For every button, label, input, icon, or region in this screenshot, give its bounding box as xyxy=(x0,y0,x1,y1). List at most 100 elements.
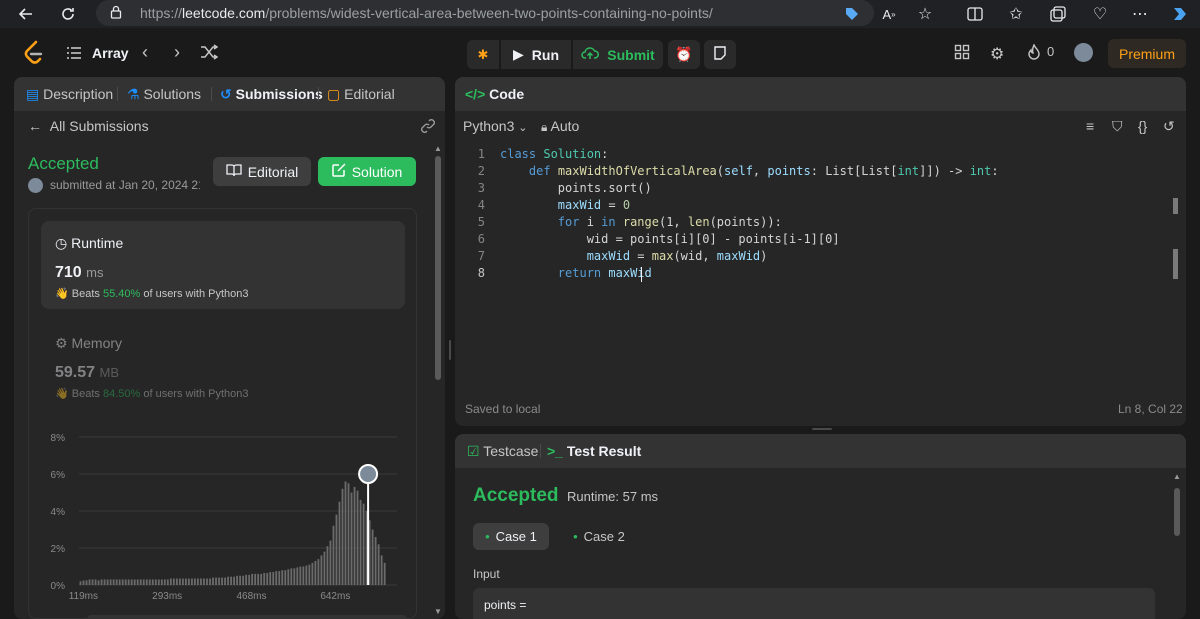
scroll-down-icon[interactable]: ▼ xyxy=(434,607,442,616)
favorites-icon[interactable]: ✩ xyxy=(1006,4,1026,24)
case-2-tab[interactable]: • Case 2 xyxy=(561,523,637,550)
problem-list-icon[interactable] xyxy=(66,45,82,61)
code-line[interactable]: 4 maxWid = 0 xyxy=(455,198,1186,215)
leetcode-logo[interactable] xyxy=(22,40,44,66)
streak-fire-icon[interactable] xyxy=(1027,43,1041,65)
next-problem-icon[interactable]: › xyxy=(174,42,180,63)
memory-beats-suffix: of users with Python3 xyxy=(143,388,249,400)
runtime-value: 710 ms xyxy=(55,264,104,282)
post-solution-button[interactable]: Solution xyxy=(318,157,416,186)
chart-bar xyxy=(163,579,166,585)
tab-editorial[interactable]: ▢ Editorial xyxy=(327,86,395,103)
all-submissions-link[interactable]: ← All Submissions xyxy=(28,118,149,134)
shuffle-icon[interactable] xyxy=(200,44,219,65)
chart-bar xyxy=(344,481,347,585)
code-line[interactable]: 6 wid = points[i][0] - points[i-1][0] xyxy=(455,232,1186,249)
notes-button[interactable] xyxy=(704,40,736,69)
chart-bar xyxy=(350,492,353,585)
line-number: 6 xyxy=(477,232,485,246)
chart-bar xyxy=(269,572,272,585)
chart-bar xyxy=(79,581,82,585)
debug-button[interactable]: ✱ xyxy=(467,40,499,69)
prev-problem-icon[interactable]: ‹ xyxy=(142,42,148,63)
chart-bar xyxy=(157,579,160,585)
chart-bar xyxy=(178,578,181,585)
scroll-thumb[interactable] xyxy=(435,156,441,380)
user-avatar[interactable] xyxy=(1074,43,1093,62)
scroll-thumb[interactable] xyxy=(1174,488,1180,536)
timer-button[interactable]: ⏰ xyxy=(668,40,700,69)
tab-code[interactable]: </> Code xyxy=(465,86,524,102)
horizontal-splitter[interactable] xyxy=(812,428,832,430)
line-source: return maxWid xyxy=(557,266,652,280)
runtime-card[interactable]: ◷ Runtime 710 ms 👋 Beats 55.40% of users… xyxy=(41,221,405,309)
tab-test-result[interactable]: >_ Test Result xyxy=(547,443,641,459)
lock-icon xyxy=(110,5,122,22)
code-line[interactable]: 1 class Solution: xyxy=(455,147,1186,164)
memory-beats-pct: 84.50% xyxy=(102,388,141,400)
address-bar[interactable]: https://leetcode.com/problems/widest-ver… xyxy=(96,0,874,26)
collections-icon[interactable] xyxy=(1048,4,1068,24)
tag-icon[interactable] xyxy=(842,4,862,24)
chart-bar xyxy=(317,559,320,585)
chart-bar xyxy=(88,579,91,585)
lock-icon: 🔒︎ xyxy=(541,120,548,134)
scroll-up-icon[interactable]: ▲ xyxy=(1173,472,1181,481)
more-menu-icon[interactable]: ⋯ xyxy=(1130,4,1150,24)
left-scrollbar[interactable]: ▲ ▼ xyxy=(434,144,442,619)
chart-bar xyxy=(142,579,145,585)
chart-bar xyxy=(175,578,178,585)
runtime-beats-pct: 55.40% xyxy=(102,288,141,300)
mode-value: Auto xyxy=(550,118,580,134)
save-status: Saved to local xyxy=(465,402,541,416)
memory-beats: 👋 Beats 84.50% of users with Python3 xyxy=(55,387,249,400)
autocomplete-mode[interactable]: 🔒︎ Auto xyxy=(541,118,579,135)
premium-button[interactable]: Premium xyxy=(1108,39,1186,68)
history-icon: ↺ xyxy=(220,86,232,102)
tab-solutions[interactable]: ⚗ Solutions xyxy=(127,86,201,103)
tab-submissions[interactable]: ↺ Submissions xyxy=(220,86,323,103)
code-line[interactable]: 5 for i in range(1, len(points)): xyxy=(455,215,1186,232)
format-icon[interactable]: ≡ xyxy=(1086,118,1094,134)
read-aloud-icon[interactable]: A» xyxy=(879,4,899,24)
tab-testcase-label: Testcase xyxy=(483,443,539,459)
bookmark-icon[interactable]: ⛉ xyxy=(1112,118,1123,135)
chart-bar xyxy=(118,579,121,585)
tab-testcase[interactable]: ☑ Testcase xyxy=(467,443,538,460)
problem-list-title[interactable]: Array xyxy=(92,45,129,61)
submit-button[interactable]: Submit xyxy=(573,40,663,69)
chart-x-tick-label: 293ms xyxy=(152,591,182,602)
tab-description[interactable]: ▤ Description xyxy=(26,86,113,103)
runtime-beats-suffix: of users with Python3 xyxy=(143,288,249,300)
share-link-icon[interactable] xyxy=(420,118,436,137)
chart-y-tick-label: 4% xyxy=(51,507,66,518)
code-line[interactable]: 2 def maxWidthOfVerticalArea(self, point… xyxy=(455,164,1186,181)
chart-bar xyxy=(335,514,338,585)
code-line[interactable]: 7 maxWid = max(wid, maxWid) xyxy=(455,249,1186,266)
language-select[interactable]: Python3 ⌄ xyxy=(463,118,527,134)
chart-bar xyxy=(197,578,199,585)
settings-gear-icon[interactable]: ⚙ xyxy=(990,44,1004,64)
chart-bar xyxy=(341,488,344,585)
reset-icon[interactable]: ↺ xyxy=(1163,118,1175,135)
editorial-button[interactable]: Editorial xyxy=(213,157,311,186)
case-1-tab[interactable]: • Case 1 xyxy=(473,523,549,550)
chart-bar xyxy=(236,575,239,585)
code-line[interactable]: 8 return maxWid xyxy=(455,266,1186,283)
runtime-label: ◷ Runtime xyxy=(55,235,123,252)
back-icon[interactable] xyxy=(16,4,36,24)
braces-icon[interactable]: {} xyxy=(1138,118,1147,134)
copilot-icon[interactable] xyxy=(1170,4,1190,24)
favorite-star-icon[interactable]: ☆ xyxy=(915,4,935,24)
browser-essentials-icon[interactable]: ♡ xyxy=(1090,4,1110,24)
runtime-distribution-chart[interactable]: 0% 2% 4% 6% 8% 119ms 293ms 468ms 642ms xyxy=(29,409,416,619)
code-line[interactable]: 3 points.sort() xyxy=(455,181,1186,198)
result-scrollbar[interactable]: ▲ xyxy=(1173,472,1181,619)
vertical-splitter[interactable] xyxy=(449,340,451,360)
scroll-up-icon[interactable]: ▲ xyxy=(434,144,442,153)
run-button[interactable]: ▶ Run xyxy=(501,40,571,69)
line-number: 7 xyxy=(477,249,485,263)
refresh-icon[interactable] xyxy=(58,4,78,24)
split-screen-icon[interactable] xyxy=(965,4,985,24)
layout-grid-icon[interactable] xyxy=(954,44,970,65)
